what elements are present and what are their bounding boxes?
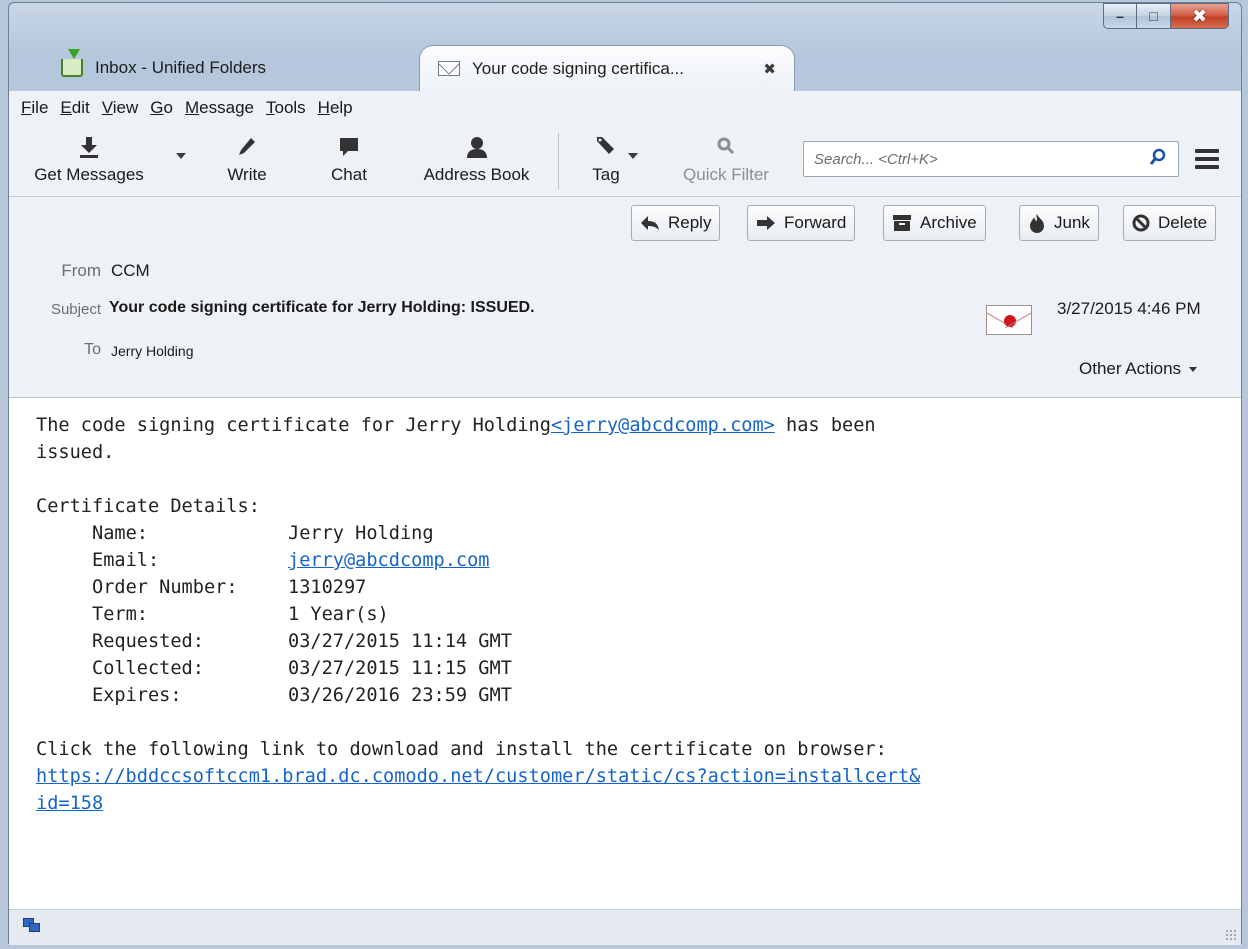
network-status-icon[interactable] xyxy=(23,918,41,934)
tab-bar: Inbox - Unified Folders Your code signin… xyxy=(9,39,1241,91)
delete-label: Delete xyxy=(1158,213,1208,232)
tag-label: Tag xyxy=(592,165,620,184)
download-icon xyxy=(78,135,100,159)
magnifier-icon xyxy=(715,135,737,159)
detail-row-requested: Requested: 03/27/2015 11:14 GMT xyxy=(92,631,512,652)
junk-label: Junk xyxy=(1054,213,1090,232)
forward-label: Forward xyxy=(784,213,847,232)
detail-row-order-number: Order Number: 1310297 xyxy=(92,577,367,598)
main-toolbar: Get Messages Write Chat Address Book Tag… xyxy=(9,125,1241,197)
address-book-label: Address Book xyxy=(423,165,530,184)
tag-dropdown-icon[interactable] xyxy=(628,153,638,159)
delete-button[interactable]: Delete xyxy=(1123,205,1217,241)
forward-arrow-icon xyxy=(757,216,775,230)
other-actions-label: Other Actions xyxy=(1079,359,1182,378)
from-label: From xyxy=(61,261,101,280)
sealed-envelope-icon xyxy=(986,305,1032,335)
details-heading: Certificate Details: xyxy=(36,496,260,517)
archive-box-icon xyxy=(893,215,911,231)
junk-flame-icon xyxy=(1030,214,1044,233)
tab-message[interactable]: Your code signing certifica... ✖ xyxy=(419,45,795,91)
address-book-button[interactable]: Address Book xyxy=(409,135,544,185)
get-messages-dropdown-icon[interactable] xyxy=(176,153,186,159)
detail-row-name: Name: Jerry Holding xyxy=(92,523,434,544)
tag-icon xyxy=(595,135,617,159)
to-value[interactable]: Jerry Holding xyxy=(111,343,193,359)
detail-row-collected: Collected: 03/27/2015 11:15 GMT xyxy=(92,658,512,679)
message-body: The code signing certificate for Jerry H… xyxy=(9,397,1241,909)
window-controls: – □ ✖ xyxy=(1103,3,1229,29)
install-instruction: Click the following link to download and… xyxy=(36,739,887,760)
detail-row-expires: Expires: 03/26/2016 23:59 GMT xyxy=(92,685,512,706)
status-bar xyxy=(9,909,1241,945)
thunderbird-window: – □ ✖ Inbox - Unified Folders Your code … xyxy=(8,2,1242,945)
toolbar-separator xyxy=(558,133,559,189)
maximize-button[interactable]: □ xyxy=(1137,3,1171,29)
detail-email-link[interactable]: jerry@abcdcomp.com xyxy=(288,547,490,574)
to-label: To xyxy=(84,341,101,358)
app-menu-icon[interactable] xyxy=(1195,149,1219,169)
menu-view[interactable]: View xyxy=(96,98,145,118)
minimize-button[interactable]: – xyxy=(1103,3,1137,29)
detail-row-term: Term: 1 Year(s) xyxy=(92,604,389,625)
reply-label: Reply xyxy=(668,213,712,232)
close-tab-icon[interactable]: ✖ xyxy=(763,60,776,78)
chat-bubble-icon xyxy=(338,135,360,159)
install-link[interactable]: https://bddccsoftccm1.brad.dc.comodo.net… xyxy=(36,766,920,787)
chat-button[interactable]: Chat xyxy=(319,135,379,185)
subject-value: Your code signing certificate for Jerry … xyxy=(109,299,535,316)
other-actions-button[interactable]: Other Actions xyxy=(1079,359,1198,379)
delete-circle-icon xyxy=(1132,214,1150,232)
menu-help[interactable]: Help xyxy=(312,98,359,118)
detail-row-email: Email: jerry@abcdcomp.com xyxy=(36,547,1241,574)
quick-filter-button[interactable]: Quick Filter xyxy=(671,135,781,185)
close-window-button[interactable]: ✖ xyxy=(1171,3,1229,29)
tab-inbox[interactable]: Inbox - Unified Folders xyxy=(43,45,423,91)
subject-label: Subject xyxy=(50,301,101,318)
write-button[interactable]: Write xyxy=(219,135,275,185)
search-input[interactable] xyxy=(814,150,1148,168)
message-date: 3/27/2015 4:46 PM xyxy=(1057,299,1201,318)
tab-title: Inbox - Unified Folders xyxy=(95,58,267,77)
junk-button[interactable]: Junk xyxy=(1019,205,1099,241)
email-link[interactable]: <jerry@abcdcomp.com> xyxy=(551,415,775,436)
reply-arrow-icon xyxy=(641,216,659,230)
tab-title: Your code signing certifica... xyxy=(472,58,684,78)
reply-button[interactable]: Reply xyxy=(631,205,721,241)
resize-grip-icon[interactable] xyxy=(1225,929,1237,941)
search-box[interactable] xyxy=(803,141,1179,177)
message-header: Reply Forward Archive Junk Delete From C… xyxy=(9,197,1241,397)
from-value[interactable]: CCM xyxy=(111,261,150,281)
tag-button[interactable]: Tag xyxy=(581,135,631,185)
body-intro-line: The code signing certificate for Jerry H… xyxy=(36,415,876,436)
menu-go[interactable]: Go xyxy=(144,98,179,118)
install-link-continued[interactable]: id=158 xyxy=(36,793,103,814)
menu-tools[interactable]: Tools xyxy=(260,98,312,118)
person-icon xyxy=(466,135,488,159)
quick-filter-label: Quick Filter xyxy=(683,165,769,184)
archive-button[interactable]: Archive xyxy=(883,205,986,241)
chevron-down-icon xyxy=(1189,366,1198,372)
envelope-icon xyxy=(438,61,460,76)
menu-message[interactable]: Message xyxy=(179,98,260,118)
archive-label: Archive xyxy=(920,213,977,232)
inbox-download-icon xyxy=(61,49,83,77)
get-messages-label: Get Messages xyxy=(34,165,144,184)
pencil-icon xyxy=(237,135,257,159)
get-messages-button[interactable]: Get Messages xyxy=(9,135,169,185)
chat-label: Chat xyxy=(331,165,367,184)
forward-button[interactable]: Forward xyxy=(747,205,856,241)
menu-file[interactable]: File xyxy=(15,98,54,118)
search-icon[interactable] xyxy=(1148,147,1168,172)
write-label: Write xyxy=(227,165,267,184)
menu-bar: File Edit View Go Message Tools Help xyxy=(9,91,1241,125)
menu-edit[interactable]: Edit xyxy=(54,98,95,118)
body-intro-line-2: issued. xyxy=(36,442,115,463)
